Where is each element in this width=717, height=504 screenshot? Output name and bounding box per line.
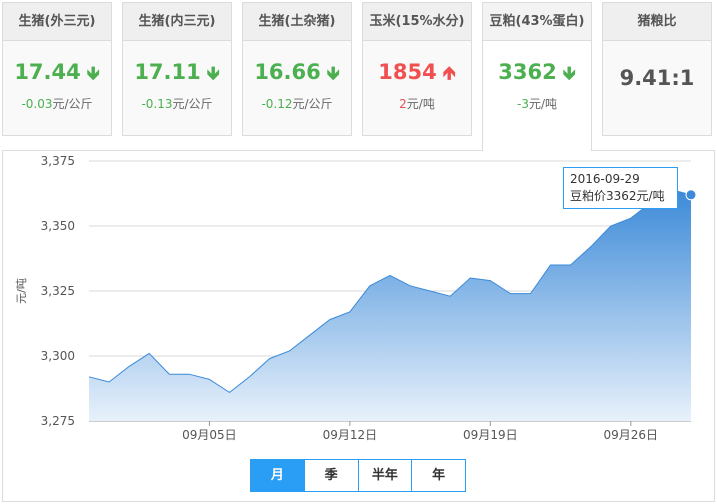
card-delta: -0.03元/公斤: [21, 97, 93, 111]
arrow-down-icon: 🡻: [326, 63, 340, 84]
card-value: 1854 🡹: [378, 60, 456, 84]
card-pig-grain-ratio[interactable]: 猪粮比 9.41:1: [602, 2, 712, 136]
card-delta: 2元/吨: [399, 97, 435, 111]
arrow-up-icon: 🡹: [442, 63, 456, 84]
x-tick-label: 09月05日: [182, 428, 237, 442]
card-title: 豆粕(43%蛋白): [483, 3, 591, 41]
card-delta: -0.13元/公斤: [141, 97, 213, 111]
price-cards: 生猪(外三元) 17.44 🡻 -0.03元/公斤 生猪(内三元) 17.11 🡻 …: [0, 0, 717, 151]
card-corn[interactable]: 玉米(15%水分) 1854 🡹 2元/吨: [362, 2, 472, 136]
card-value: 16.66 🡻: [254, 60, 340, 84]
x-tick-label: 09月12日: [323, 428, 378, 442]
card-title: 猪粮比: [603, 3, 711, 41]
card-soymeal[interactable]: 豆粕(43%蛋白) 3362 🡻 -3元/吨: [482, 2, 592, 151]
arrow-down-icon: 🡻: [86, 63, 100, 84]
y-tick-label: 3,325: [41, 284, 75, 298]
card-delta: -3元/吨: [516, 97, 557, 111]
tab-quarter[interactable]: 季: [305, 460, 359, 491]
card-value: 17.44 🡻: [14, 60, 100, 84]
arrow-down-icon: 🡻: [562, 63, 576, 84]
tooltip-text: 豆粕价3362元/吨: [570, 189, 665, 203]
y-tick-label: 3,375: [41, 154, 75, 168]
tab-year[interactable]: 年: [412, 460, 465, 491]
x-axis-ticks: 09月05日 09月12日 09月19日 09月26日: [182, 421, 658, 442]
series-area: [89, 189, 691, 421]
card-value: 9.41:1: [619, 66, 695, 90]
y-tick-label: 3,350: [41, 219, 75, 233]
tooltip-date: 2016-09-29: [570, 172, 640, 186]
tab-half-year[interactable]: 半年: [359, 460, 413, 491]
range-tabs: 月 季 半年 年: [250, 459, 466, 492]
hover-point[interactable]: [685, 189, 697, 201]
card-title: 玉米(15%水分): [363, 3, 471, 41]
y-tick-label: 3,300: [41, 349, 75, 363]
card-value: 3362 🡻: [498, 60, 576, 84]
y-axis-label: 元/吨: [15, 278, 28, 304]
card-pig-local[interactable]: 生猪(土杂猪) 16.66 🡻 -0.12元/公斤: [242, 2, 352, 136]
card-title: 生猪(外三元): [3, 3, 111, 41]
card-title: 生猪(土杂猪): [243, 3, 351, 41]
card-value: 17.11 🡻: [134, 60, 220, 84]
card-pig-inner[interactable]: 生猪(内三元) 17.11 🡻 -0.13元/公斤: [122, 2, 232, 136]
chart-tooltip: 2016-09-29 豆粕价3362元/吨: [563, 167, 678, 209]
x-tick-label: 09月26日: [604, 428, 659, 442]
y-axis-ticks: 3,275 3,300 3,325 3,350 3,375: [41, 154, 75, 428]
y-tick-label: 3,275: [41, 414, 75, 428]
card-title: 生猪(内三元): [123, 3, 231, 41]
arrow-down-icon: 🡻: [206, 63, 220, 84]
card-pig-outer[interactable]: 生猪(外三元) 17.44 🡻 -0.03元/公斤: [2, 2, 112, 136]
tab-month[interactable]: 月: [251, 460, 305, 491]
x-tick-label: 09月19日: [463, 428, 518, 442]
card-delta: -0.12元/公斤: [261, 97, 333, 111]
